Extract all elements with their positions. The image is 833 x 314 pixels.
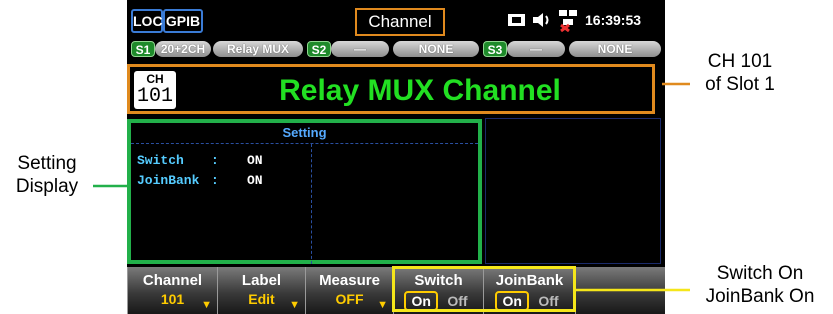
callout-switch: Switch On JoinBank On bbox=[690, 262, 830, 308]
callout-channel-line2: of Slot 1 bbox=[705, 74, 775, 95]
callout-setting: Setting Display bbox=[4, 152, 90, 198]
callout-setting-line1: Setting bbox=[17, 153, 77, 174]
callout-channel: CH 101 of Slot 1 bbox=[690, 50, 790, 96]
callout-switch-line2: JoinBank On bbox=[705, 286, 815, 307]
callout-setting-line2: Display bbox=[15, 176, 79, 197]
callout-channel-line1: CH 101 bbox=[707, 51, 773, 72]
callout-switch-line1: Switch On bbox=[716, 263, 804, 284]
